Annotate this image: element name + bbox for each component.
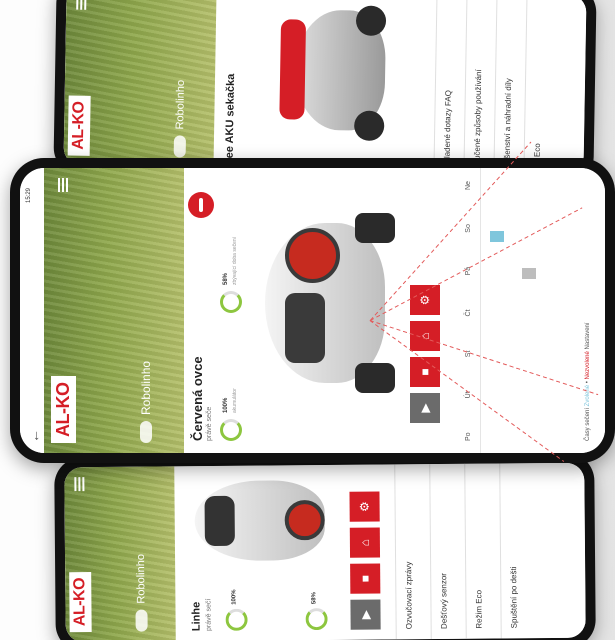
progress-ring-icon <box>305 607 328 631</box>
menu-item-usage[interactable]: ručené způsoby používání <box>463 0 493 173</box>
menu-item-after-rain[interactable]: Spuštění po dešti <box>499 463 527 639</box>
hero-title: Robolinho <box>135 554 148 632</box>
app-view-front: 15:29 ← AL-KO Robolinho Červená ovce prá… <box>20 168 605 453</box>
robot-status: právě sečí <box>205 598 213 632</box>
hero-title-text: Robolinho <box>174 79 187 130</box>
day-label: Po <box>465 432 472 441</box>
hero-image: AL-KO Robolinho <box>44 168 184 453</box>
robot-name: Červená ovce <box>190 356 205 441</box>
alert-icon[interactable] <box>188 192 214 218</box>
menu-item-faq[interactable]: kladené dotazy FAQ <box>433 0 463 173</box>
phone-bottom-screen: AL-KO Robolinho Linhe právě sečí 100% 58… <box>64 462 586 640</box>
app-view-bottom: AL-KO Robolinho Linhe právě sečí 100% 58… <box>64 462 586 640</box>
alko-logo: AL-KO <box>69 571 92 633</box>
hero-title-text: Robolinho <box>135 554 148 604</box>
robot-name: Linhe <box>190 601 203 632</box>
weekday-labels: Po Út St Čt Pá So Ne <box>465 181 472 441</box>
status-time: 15:29 <box>26 187 32 203</box>
push-mower-image <box>254 0 417 152</box>
progress-value: 58% <box>223 272 229 285</box>
mower-icon <box>135 609 148 632</box>
hero-title: Robolinho <box>173 79 187 158</box>
menu-item-accessories[interactable]: ušenství a náhradní díly <box>493 0 523 174</box>
day-label: So <box>465 224 472 233</box>
battery-value: 100% <box>223 397 229 413</box>
battery-label: akumulátor <box>232 388 238 413</box>
headline: ee AKU sekačka <box>223 73 238 159</box>
robot-mower-image <box>184 470 335 571</box>
progress-ring-icon <box>220 291 242 313</box>
menu-icon[interactable] <box>74 477 85 492</box>
menu-item-eco[interactable]: n Eco <box>523 0 553 174</box>
alko-logo: AL-KO <box>67 95 91 156</box>
legend-separator: • <box>585 381 591 384</box>
day-label: Ne <box>465 181 472 191</box>
hero-image: AL-KO Robolinho <box>64 466 176 640</box>
legend-settings[interactable]: Nastavení <box>585 322 591 349</box>
play-button[interactable]: ▶ <box>350 599 381 630</box>
alko-logo: AL-KO <box>50 376 76 443</box>
home-button[interactable]: ⌂ <box>349 527 381 558</box>
battery-ring-icon <box>220 419 242 441</box>
robot-status: právě seče <box>206 406 213 441</box>
legend-selected: Zvolené <box>585 384 591 407</box>
mower-icon <box>173 135 187 158</box>
play-icon: ▶ <box>418 403 432 413</box>
phone-front-screen: 15:29 ← AL-KO Robolinho Červená ovce prá… <box>20 168 605 453</box>
battery-value: 100% <box>231 589 238 605</box>
home-button[interactable]: ⌂ <box>410 321 440 351</box>
day-label: Čt <box>465 309 472 317</box>
stop-icon: ■ <box>418 368 432 376</box>
control-buttons: ▶ ■ ⌂ ⚙ <box>349 491 381 630</box>
menu-icon[interactable] <box>58 178 68 192</box>
product-collage: AL-KO Robolinho ee AKU sekačka kladené d… <box>0 0 615 640</box>
progress-label: zbývající doba sečení <box>232 236 238 285</box>
menu-item-eco-mode[interactable]: Režim Eco <box>464 463 492 639</box>
menu-item-rain-sensor[interactable]: Dešťový senzor <box>429 463 457 640</box>
hero-title: Robolinho <box>139 361 153 443</box>
stop-button[interactable]: ■ <box>350 563 381 594</box>
mower-icon <box>140 421 152 443</box>
menu-icon[interactable] <box>76 0 87 10</box>
schedule-bar <box>490 231 504 243</box>
schedule-bars <box>482 181 582 441</box>
battery-ring-icon <box>225 608 248 631</box>
top-bar: AL-KO <box>48 168 78 453</box>
robot-mower-image <box>255 213 405 393</box>
hero-title-text: Robolinho <box>139 360 153 415</box>
play-button[interactable]: ▶ <box>410 393 440 423</box>
back-arrow-icon[interactable]: ← <box>26 429 42 443</box>
menu-item-messages[interactable]: Ozvučovací zprávy <box>394 464 422 640</box>
schedule-legend: Časy sečení Zvolené • Nezvolené Nastaven… <box>585 322 591 441</box>
progress-value: 58% <box>311 592 318 605</box>
legend-prefix: Časy sečení <box>585 407 591 441</box>
top-bar: AL-KO <box>64 467 96 640</box>
gear-icon: ⚙ <box>418 294 432 306</box>
hero-image: AL-KO Robolinho <box>63 0 217 169</box>
legend-unselected: Nezvolené <box>585 351 591 380</box>
phone-front: 15:29 ← AL-KO Robolinho Červená ovce prá… <box>10 158 615 463</box>
top-bar: AL-KO <box>63 0 96 166</box>
schedule-bar <box>522 268 536 280</box>
phone-bottom: AL-KO Robolinho Linhe právě sečí 100% 58… <box>54 452 596 640</box>
phone-top-screen: AL-KO Robolinho ee AKU sekačka kladené d… <box>63 0 587 175</box>
app-view-top: AL-KO Robolinho ee AKU sekačka kladené d… <box>63 0 587 175</box>
schedule-grid <box>480 168 481 453</box>
settings-button[interactable]: ⚙ <box>349 491 380 522</box>
